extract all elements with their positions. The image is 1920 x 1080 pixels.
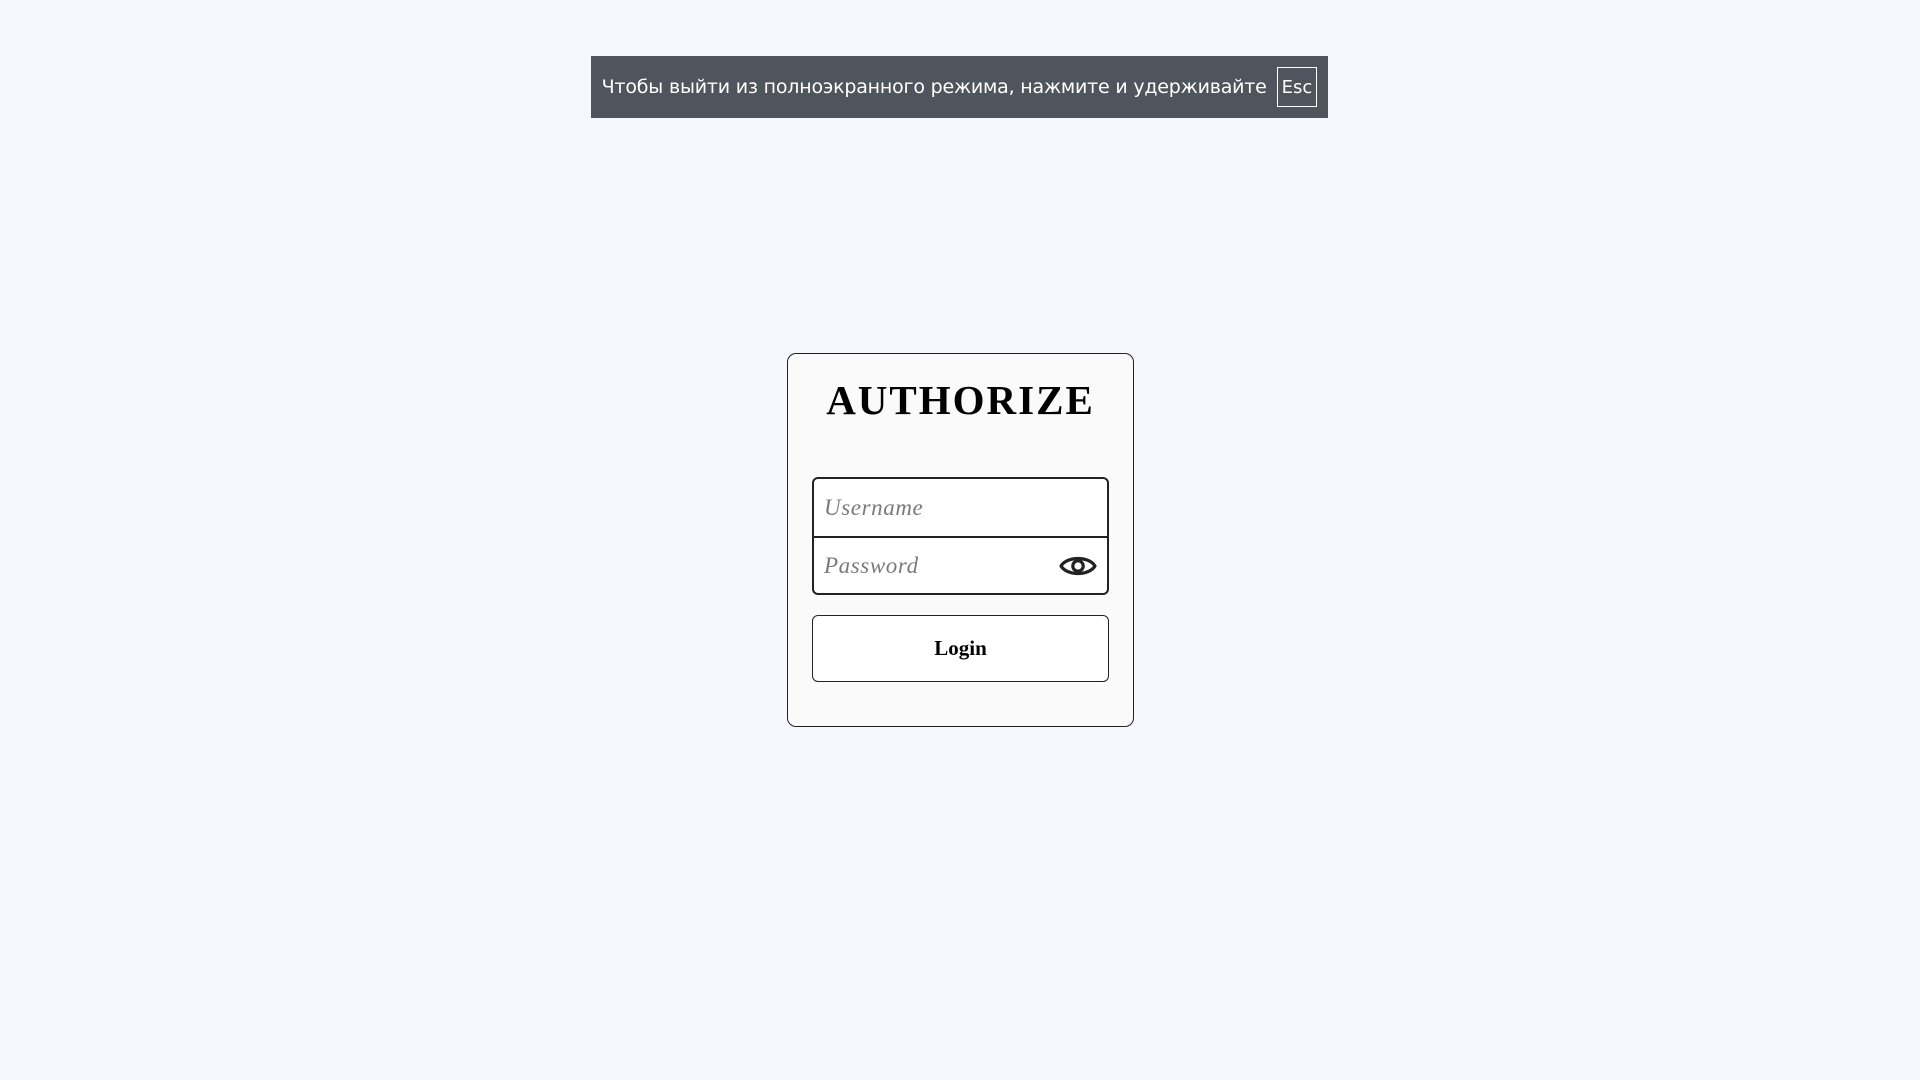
eye-icon[interactable] [1059, 552, 1097, 580]
fullscreen-exit-message: Чтобы выйти из полноэкранного режима, на… [601, 76, 1267, 98]
credentials-group [812, 477, 1109, 595]
username-input[interactable] [814, 479, 1107, 536]
password-field-wrapper [814, 536, 1107, 593]
authorize-card: AUTHORIZE Login [787, 353, 1134, 727]
page: Чтобы выйти из полноэкранного режима, на… [0, 0, 1920, 1080]
fullscreen-exit-banner: Чтобы выйти из полноэкранного режима, на… [591, 56, 1328, 118]
esc-key-badge: Esc [1276, 67, 1318, 107]
page-title: AUTHORIZE [826, 377, 1095, 423]
username-field-wrapper [814, 479, 1107, 536]
login-button[interactable]: Login [812, 615, 1109, 682]
